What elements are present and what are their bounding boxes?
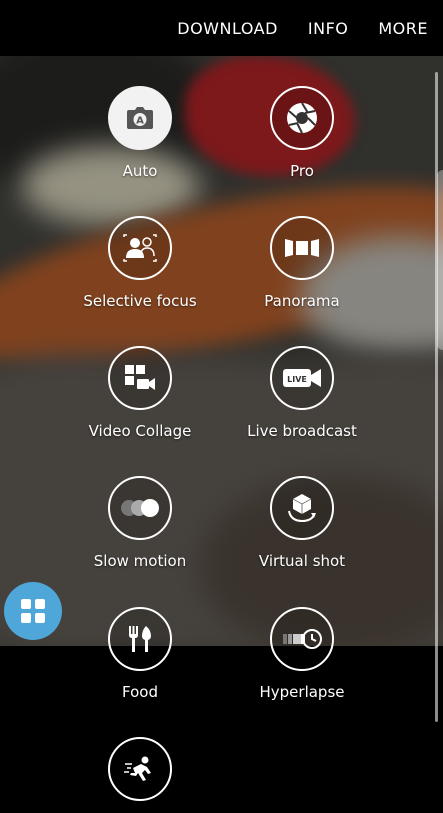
more-button[interactable]: MORE bbox=[378, 19, 428, 38]
mode-label: Hyperlapse bbox=[259, 683, 345, 701]
aperture-icon bbox=[270, 86, 334, 150]
slow-motion-icon bbox=[108, 476, 172, 540]
mode-sports[interactable] bbox=[60, 737, 220, 813]
mode-pro[interactable]: Pro bbox=[222, 86, 382, 180]
mode-auto[interactable]: A Auto bbox=[60, 86, 220, 180]
auto-badge: A bbox=[136, 116, 144, 127]
mode-label: Auto bbox=[122, 162, 158, 180]
mode-label: Video Collage bbox=[88, 422, 192, 440]
info-button[interactable]: INFO bbox=[308, 19, 348, 38]
video-collage-icon bbox=[108, 346, 172, 410]
mode-virtual-shot[interactable]: Virtual shot bbox=[222, 476, 382, 570]
mode-live-broadcast[interactable]: LIVE Live broadcast bbox=[222, 346, 382, 440]
mode-label: Slow motion bbox=[93, 552, 187, 570]
mode-hyperlapse[interactable]: Hyperlapse bbox=[222, 607, 382, 701]
panorama-icon bbox=[270, 216, 334, 280]
mode-slow-motion[interactable]: Slow motion bbox=[60, 476, 220, 570]
top-action-bar: DOWNLOAD INFO MORE bbox=[0, 0, 443, 56]
grid-icon bbox=[21, 599, 45, 623]
virtual-shot-icon bbox=[270, 476, 334, 540]
mode-label: Live broadcast bbox=[247, 422, 357, 440]
scrollbar[interactable] bbox=[435, 72, 438, 722]
live-broadcast-icon: LIVE bbox=[270, 346, 334, 410]
mode-label: Pro bbox=[290, 162, 314, 180]
mode-panorama[interactable]: Panorama bbox=[222, 216, 382, 310]
mode-view-toggle-button[interactable] bbox=[4, 582, 62, 640]
mode-label: Selective focus bbox=[83, 292, 197, 310]
camera-auto-icon: A bbox=[108, 86, 172, 150]
mode-food[interactable]: Food bbox=[60, 607, 220, 701]
mode-video-collage[interactable]: Video Collage bbox=[60, 346, 220, 440]
hyperlapse-icon bbox=[270, 607, 334, 671]
live-badge: LIVE bbox=[287, 375, 307, 384]
food-icon bbox=[108, 607, 172, 671]
mode-label: Virtual shot bbox=[258, 552, 346, 570]
mode-label: Food bbox=[122, 683, 158, 701]
mode-selective-focus[interactable]: Selective focus bbox=[60, 216, 220, 310]
mode-label: Panorama bbox=[264, 292, 340, 310]
sports-icon bbox=[108, 737, 172, 801]
selective-focus-icon bbox=[108, 216, 172, 280]
download-button[interactable]: DOWNLOAD bbox=[177, 19, 278, 38]
